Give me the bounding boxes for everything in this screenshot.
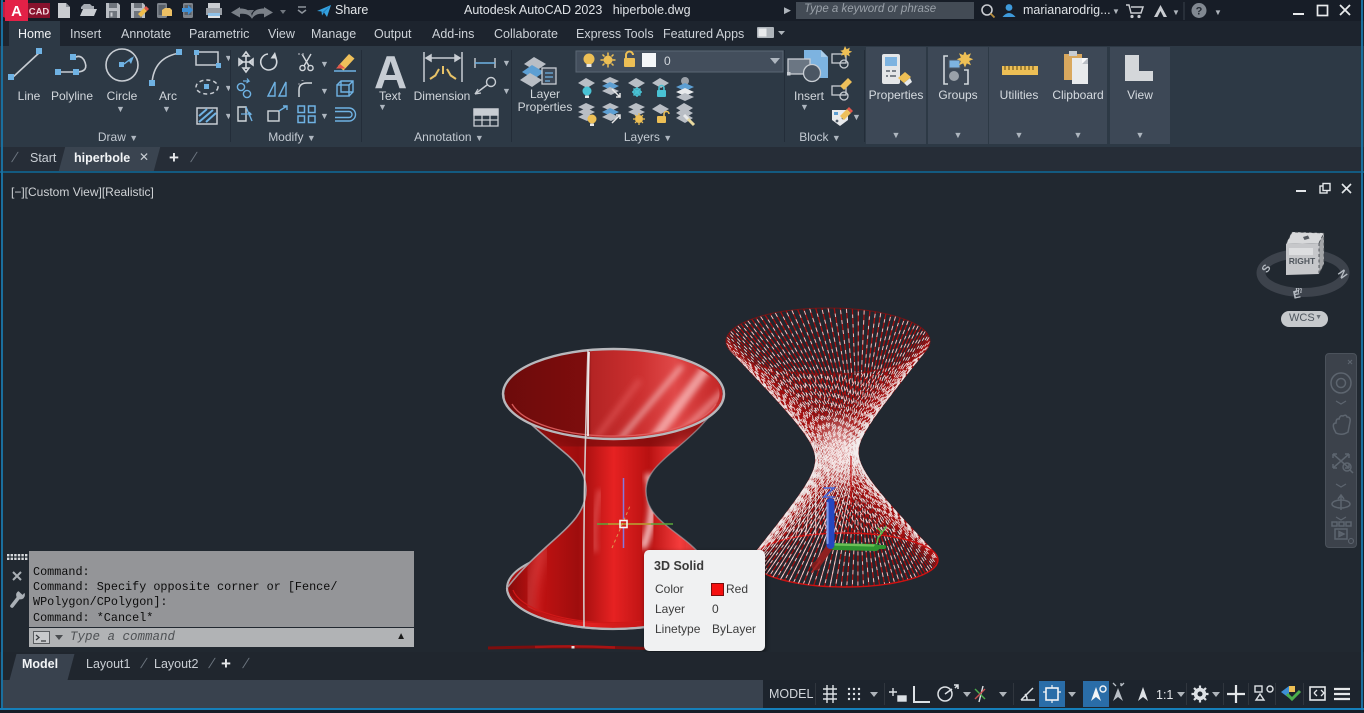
svg-text:▼: ▼: [162, 104, 171, 114]
svg-text:▼: ▼: [1214, 8, 1222, 17]
svg-text:CAD: CAD: [29, 7, 50, 18]
svg-text:1:1: 1:1: [1156, 688, 1173, 702]
svg-text:A: A: [11, 3, 22, 20]
svg-text:▼: ▼: [320, 86, 329, 96]
svg-text:?: ?: [1196, 6, 1203, 18]
svg-text:▼: ▼: [800, 102, 809, 112]
svg-text:▼: ▼: [320, 59, 329, 69]
svg-text:▼: ▼: [378, 102, 387, 112]
svg-text:▼: ▼: [320, 111, 329, 121]
svg-text:▼: ▼: [224, 111, 230, 121]
svg-text:RIGHT: RIGHT: [1289, 256, 1316, 266]
svg-text:▼: ▼: [502, 86, 511, 96]
svg-text:m: m: [1295, 285, 1302, 296]
svg-text:▼: ▼: [224, 83, 230, 93]
svg-text:▼: ▼: [224, 53, 230, 63]
svg-text:▼: ▼: [116, 104, 125, 114]
svg-text:▼: ▼: [1172, 8, 1180, 17]
svg-text:▼: ▼: [852, 112, 861, 122]
svg-text:0: 0: [664, 54, 671, 68]
svg-text:▼: ▼: [502, 58, 511, 68]
